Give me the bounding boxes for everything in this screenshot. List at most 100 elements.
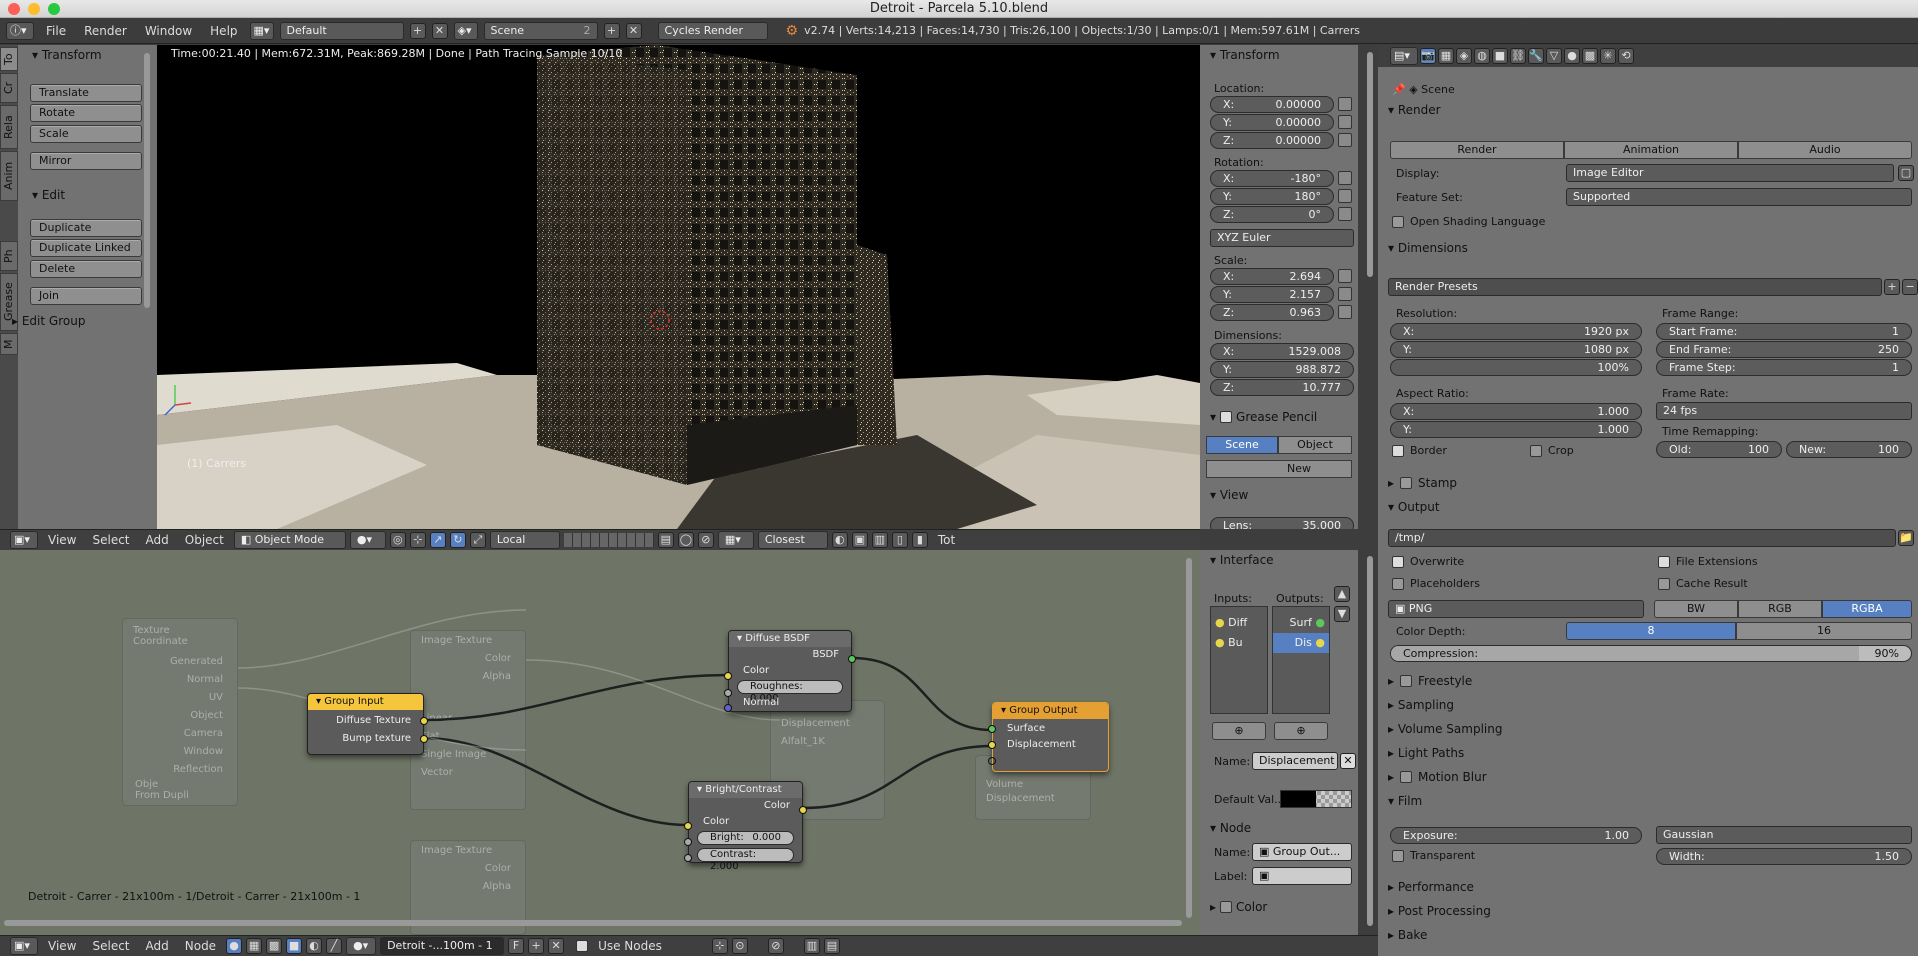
remove-preset-icon[interactable]: − (1902, 279, 1918, 295)
world-shader-icon[interactable]: ◐ (306, 938, 323, 954)
dimension-y-field[interactable]: Y: 988.872 (1210, 361, 1354, 378)
bright-contrast-node[interactable]: ▾ Bright/Contrast Color Color Bright: 0.0… (684, 781, 807, 872)
filter-type-select[interactable]: Gaussian (1656, 826, 1912, 844)
output-panel-header[interactable]: ▾ Output (1382, 497, 1440, 517)
mode-select[interactable]: ◧ Object Mode (233, 531, 346, 549)
motion-blur-panel-header[interactable]: ▸ Motion Blur (1382, 767, 1487, 787)
frame-rate-select[interactable]: 24 fps (1656, 402, 1912, 420)
scene-field[interactable]: Scene 2 (483, 21, 598, 40)
scale-manip-icon[interactable]: ⤢ (469, 532, 486, 548)
copy-nodes-icon[interactable]: ▥ (803, 938, 820, 954)
depth-16-button[interactable]: 16 (1736, 622, 1912, 640)
layers-tab-icon[interactable]: ▦ (1438, 48, 1454, 64)
composite-nodes-icon[interactable]: ▦ (246, 938, 263, 954)
screen-layout-icon[interactable]: ▦▾ (249, 21, 274, 40)
shading-select[interactable]: ●▾ (349, 531, 386, 549)
delete-button[interactable]: Delete (30, 260, 142, 278)
use-nodes-checkbox[interactable] (576, 940, 589, 952)
move-down-icon[interactable]: ▼ (1334, 606, 1350, 622)
outputs-list[interactable]: Surf ● Dis ● (1272, 606, 1330, 714)
color-checkbox[interactable] (1220, 901, 1233, 913)
linestyle-icon[interactable]: ╱ (326, 938, 343, 954)
render-presets-select[interactable]: Render Presets (1388, 278, 1882, 296)
node-menu-view[interactable]: View (42, 939, 82, 953)
layers-icon[interactable] (563, 533, 654, 547)
menu-select[interactable]: Select (86, 533, 135, 547)
rgba-button[interactable]: RGBA (1822, 600, 1912, 618)
empty-socket[interactable] (988, 757, 996, 765)
tab-create[interactable]: Cr (0, 73, 18, 103)
post-processing-panel-header[interactable]: ▸ Post Processing (1382, 901, 1491, 921)
location-y-field[interactable]: Y: 0.00000 (1210, 114, 1334, 131)
pin-icon[interactable]: 📌 (1392, 83, 1406, 96)
add-output-button[interactable]: ⊕ (1274, 722, 1328, 740)
transparent-checkbox[interactable] (1392, 849, 1404, 862)
dimension-z-field[interactable]: Z: 10.777 (1210, 379, 1354, 396)
node-editor[interactable]: Texture Coordinate Generated Normal UV Obje… (0, 550, 1200, 935)
contrast-field[interactable]: Contrast: 2.000 (697, 848, 794, 872)
properties-type-icon[interactable]: ▤▾ (1390, 47, 1418, 65)
diffuse-texture-socket[interactable] (420, 717, 428, 725)
overwrite-checkbox[interactable] (1392, 555, 1404, 568)
bright-value-socket[interactable] (684, 838, 692, 846)
zoom-window-icon[interactable] (48, 3, 60, 15)
scale-button[interactable]: Scale (30, 125, 142, 143)
cache-result-option[interactable]: Cache Result (1658, 577, 1748, 590)
tab-tools[interactable]: To (0, 47, 18, 71)
node-panel-header[interactable]: ▾ Node (1210, 818, 1251, 838)
bsdf-socket[interactable] (848, 655, 856, 663)
diffuse-bsdf-node[interactable]: ▾ Diffuse BSDF BSDF Color Roughnes: 0.00… (724, 630, 856, 712)
lock-rot-z-icon[interactable] (1338, 207, 1352, 221)
join-button[interactable]: Join (30, 287, 142, 305)
bright-field[interactable]: Bright: 0.000 (697, 831, 794, 845)
render-tab-icon[interactable]: 📷 (1420, 48, 1436, 64)
file-extensions-checkbox[interactable] (1658, 555, 1670, 568)
lock-scale-y-icon[interactable] (1338, 287, 1352, 301)
fake-user-button[interactable]: F (508, 938, 525, 954)
group-output-title[interactable]: ▾ Group Output (993, 703, 1108, 719)
stamp-panel-header[interactable]: ▸ Stamp (1382, 473, 1457, 493)
rotate-button[interactable]: Rotate (30, 104, 142, 122)
lock-scale-x-icon[interactable] (1338, 269, 1352, 283)
exposure-field[interactable]: Exposure: 1.00 (1390, 827, 1642, 844)
filter-width-field[interactable]: Width: 1.50 (1656, 848, 1912, 865)
freestyle-checkbox[interactable] (1400, 675, 1413, 687)
file-format-select[interactable]: ▣ PNG (1388, 600, 1644, 618)
diffuse-bsdf-title[interactable]: ▾ Diffuse BSDF (729, 631, 851, 647)
roughness-socket[interactable] (724, 689, 732, 697)
tab-relations[interactable]: Rela (0, 105, 18, 149)
menu-object[interactable]: Object (179, 533, 230, 547)
editor-type-icon[interactable]: ▣▾ (10, 531, 38, 549)
view-panel-header[interactable]: ▾ View (1210, 485, 1248, 505)
tab-animation[interactable]: Anim (0, 151, 18, 201)
placeholders-option[interactable]: Placeholders (1392, 577, 1480, 590)
render-button[interactable]: Render (1390, 141, 1564, 159)
node-name-field[interactable]: ▣ Group Out... (1252, 843, 1352, 861)
folder-browse-icon[interactable]: 📁 (1898, 530, 1914, 546)
output-path-field[interactable]: /tmp/ (1388, 529, 1896, 547)
data-tab-icon[interactable]: ▽ (1546, 48, 1562, 64)
node-vscrollbar[interactable] (1186, 558, 1192, 918)
volume-sampling-panel-header[interactable]: ▸ Volume Sampling (1382, 719, 1502, 739)
bright-output-socket[interactable] (799, 806, 807, 814)
world-tab-icon[interactable]: ◍ (1474, 48, 1490, 64)
stamp-checkbox[interactable] (1400, 477, 1413, 489)
input-item-diff[interactable]: ● Diff (1215, 613, 1263, 633)
remove-screen-icon[interactable]: ✕ (431, 22, 448, 39)
feature-set-select[interactable]: Supported (1566, 188, 1912, 206)
gp-scene-button[interactable]: Scene (1206, 436, 1278, 454)
move-up-icon[interactable]: ▲ (1334, 586, 1350, 602)
rotation-z-field[interactable]: Z: 0° (1210, 206, 1334, 223)
add-tree-icon[interactable]: + (528, 938, 545, 954)
lock-loc-x-icon[interactable] (1338, 97, 1352, 111)
lens-field[interactable]: Lens: 35.000 (1210, 517, 1354, 529)
n-transform-header[interactable]: ▾ Transform (1200, 45, 1358, 65)
normal-socket[interactable] (724, 704, 732, 712)
audio-button[interactable]: Audio (1738, 141, 1912, 159)
render-engine-select[interactable]: Cycles Render (657, 21, 768, 40)
interface-header[interactable]: ▾ Interface (1200, 550, 1358, 570)
grease-pencil-header[interactable]: ▾ Grease Pencil (1210, 407, 1317, 427)
aspect-x-field[interactable]: X: 1.000 (1390, 403, 1642, 420)
object-tab-icon[interactable]: ■ (1492, 48, 1508, 64)
input-item-bu[interactable]: ● Bu (1215, 633, 1263, 653)
